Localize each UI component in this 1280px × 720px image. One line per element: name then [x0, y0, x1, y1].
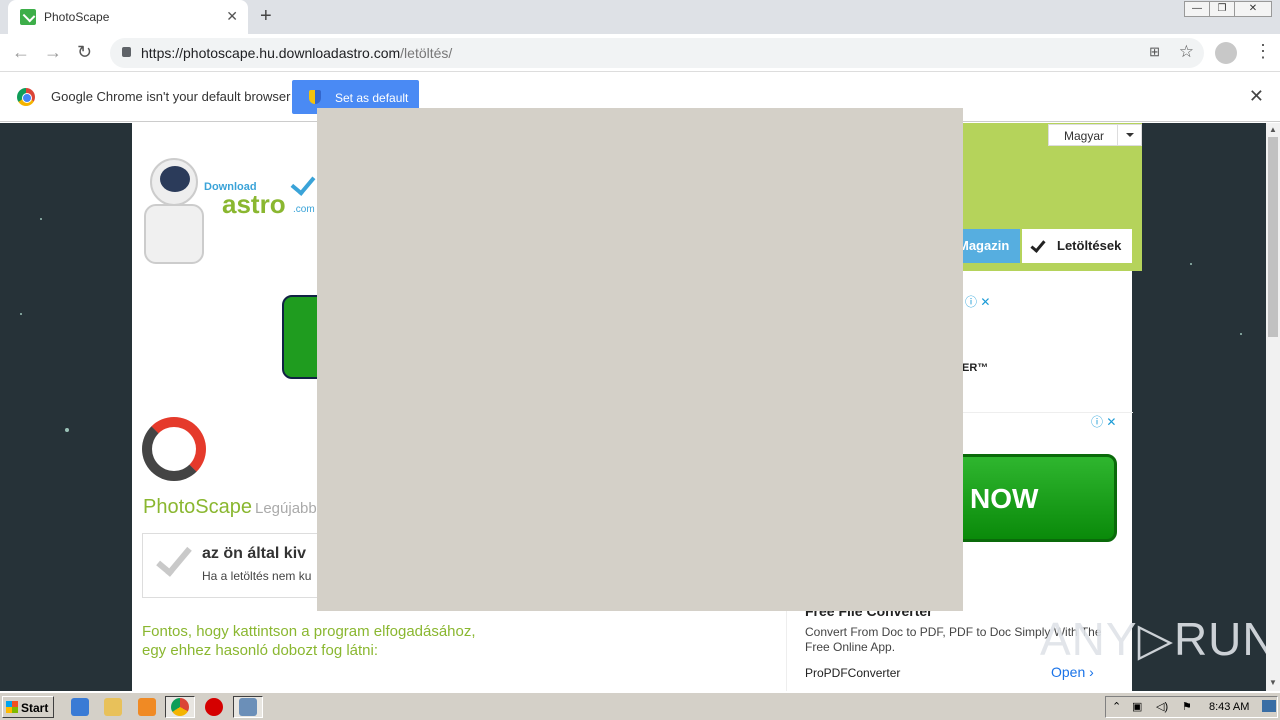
download-favicon-icon — [20, 9, 36, 25]
blank-overlay-window[interactable] — [317, 108, 963, 611]
ad-open-link[interactable]: Open › — [1051, 664, 1094, 680]
restore-button[interactable]: ❐ — [1209, 1, 1235, 17]
scrollbar-thumb[interactable] — [1268, 137, 1278, 337]
new-tab-button[interactable]: + — [260, 5, 272, 28]
opera-icon[interactable] — [205, 698, 223, 716]
media-player-icon[interactable] — [138, 698, 156, 716]
chrome-taskbar-button[interactable] — [165, 696, 195, 718]
important-note: Fontos, hogy kattintson a program elfoga… — [142, 622, 476, 660]
uac-shield-icon — [309, 90, 321, 104]
address-bar[interactable]: https://photoscape.hu.downloadastro.com/… — [110, 38, 1204, 68]
anyrun-watermark: ANY▷RUN — [1040, 613, 1277, 665]
minimize-button[interactable]: — — [1184, 1, 1210, 17]
profile-avatar[interactable] — [1215, 42, 1237, 64]
start-button[interactable]: Start — [2, 696, 54, 718]
translate-icon[interactable]: ⊞ — [1149, 44, 1160, 60]
set-as-default-label: Set as default — [335, 91, 409, 105]
notice-title: az ön által kiv — [202, 545, 307, 562]
notice-subtitle: Ha a letöltés nem ku — [202, 569, 312, 583]
lock-icon — [122, 47, 131, 57]
background-star — [65, 428, 69, 432]
reload-icon[interactable]: ↻ — [77, 42, 92, 63]
window-close-button[interactable]: ✕ — [1234, 1, 1272, 17]
language-value: Magyar — [1064, 129, 1105, 143]
infobar-close-icon[interactable]: ✕ — [1249, 86, 1264, 107]
windows-flag-icon — [6, 701, 18, 713]
infobar-message: Google Chrome isn't your default browser — [51, 89, 291, 104]
network-icon[interactable]: ▣ — [1132, 700, 1142, 713]
tab-close-icon[interactable]: ✕ — [226, 8, 238, 25]
scroll-up-icon[interactable]: ▲ — [1269, 125, 1277, 134]
ad-now-button[interactable]: NOW — [950, 454, 1117, 542]
background-star — [1240, 333, 1242, 335]
important-note-line1: Fontos, hogy kattintson a program elfoga… — [142, 623, 476, 640]
photoscape-subtitle: Legújabb — [255, 500, 317, 517]
forward-arrow-icon[interactable]: → — [44, 42, 62, 63]
url-text[interactable]: https://photoscape.hu.downloadastro.com/… — [141, 45, 452, 61]
tab-letoltesek[interactable]: Letöltések — [1022, 229, 1132, 263]
adchoices-info-icon[interactable]: ⓘ ✕ — [965, 293, 990, 310]
internet-explorer-icon[interactable] — [71, 698, 89, 716]
download-button-partial[interactable] — [282, 295, 322, 379]
checkmark-icon — [1030, 237, 1046, 253]
action-center-flag-icon[interactable]: ⚑ — [1182, 700, 1192, 713]
tab-letoltesek-label: Letöltések — [1057, 238, 1122, 253]
back-arrow-icon[interactable]: ← — [12, 42, 30, 63]
taskbar: Start ⌃ ▣ ◁) ⚑ 8:43 AM — [0, 692, 1280, 720]
tab-title: PhotoScape — [44, 10, 110, 24]
photoscape-title: PhotoScape — [143, 496, 252, 518]
folder-icon[interactable] — [104, 698, 122, 716]
language-select[interactable]: Magyar — [1048, 124, 1142, 146]
chevron-down-icon[interactable] — [1117, 125, 1141, 145]
background-star — [1190, 263, 1192, 265]
logo-astro-text: astro — [222, 189, 286, 219]
download-notice-box: az ön által kiv Ha a letöltés nem ku — [142, 533, 322, 598]
logo-com-text: .com — [293, 204, 315, 215]
installer-taskbar-button[interactable] — [233, 696, 263, 718]
browser-tab[interactable]: PhotoScape ✕ — [8, 0, 248, 34]
adchoices-info-icon[interactable]: ⓘ ✕ — [1091, 413, 1116, 430]
background-star — [40, 218, 42, 220]
photoscape-logo-icon — [142, 417, 206, 481]
scroll-down-icon[interactable]: ▼ — [1269, 678, 1277, 687]
page-scrollbar[interactable]: ▲ ▼ — [1266, 123, 1280, 691]
browser-toolbar: ← → ↻ https://photoscape.hu.downloadastr… — [0, 34, 1280, 72]
background-star — [20, 313, 22, 315]
start-label: Start — [21, 701, 49, 715]
volume-icon[interactable]: ◁) — [1156, 700, 1168, 713]
astronaut-mascot — [140, 158, 220, 273]
chrome-icon — [171, 698, 189, 716]
tray-expand-icon[interactable]: ⌃ — [1112, 700, 1121, 713]
tab-strip: PhotoScape ✕ + — ❐ ✕ — [0, 0, 1280, 34]
ad-now-label: NOW — [970, 483, 1039, 514]
tab-magazin-label: Magazin — [958, 238, 1010, 253]
chrome-logo-icon — [17, 88, 35, 106]
clock[interactable]: 8:43 AM — [1209, 701, 1249, 713]
kebab-menu-icon[interactable]: ⋮ — [1254, 41, 1272, 62]
grey-check-icon — [156, 539, 192, 577]
ad-brand: ProPDFConverter — [805, 666, 901, 680]
installer-icon — [239, 698, 257, 716]
system-tray: ⌃ ▣ ◁) ⚑ 8:43 AM — [1105, 696, 1278, 718]
important-note-line2: egy ehhez hasonló dobozt fog látni: — [142, 642, 379, 659]
ad-brand-fragment: ER™ — [962, 362, 989, 374]
bookmark-star-icon[interactable]: ☆ — [1179, 42, 1194, 62]
show-desktop-icon[interactable] — [1262, 700, 1276, 712]
